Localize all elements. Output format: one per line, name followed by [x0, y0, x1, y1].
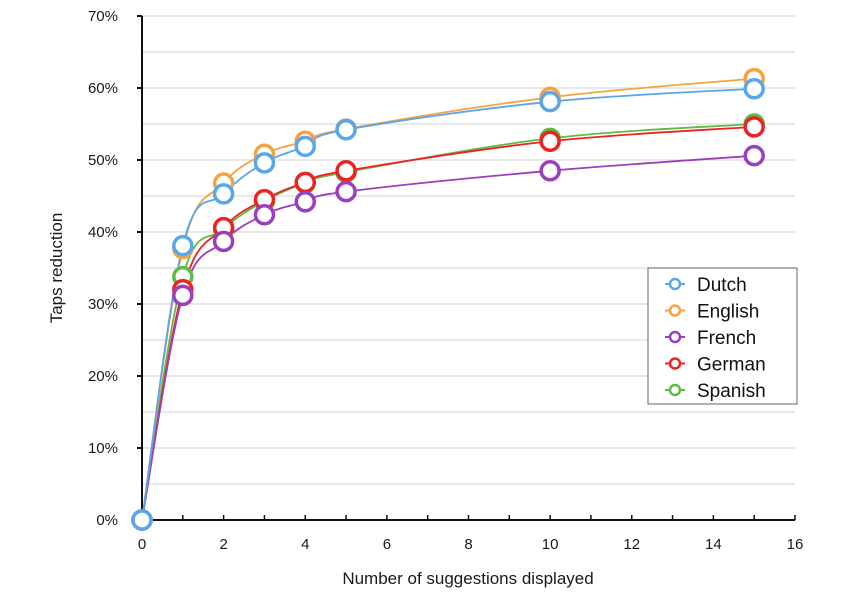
- line-chart: 0% 10% 20% 30% 40% 50% 60% 70% 0 2 4 6 8 10 12 14 16 Num…: [47, 8, 804, 588]
- data-point-german: [335, 160, 357, 182]
- x-axis-title: Number of suggestions displayed: [342, 569, 593, 588]
- x-tick-label: 0: [138, 536, 146, 553]
- y-tick-label: 30%: [88, 296, 118, 313]
- y-tick-label: 70%: [88, 8, 118, 25]
- x-tick-label: 8: [464, 536, 472, 553]
- data-point-german: [743, 116, 765, 138]
- y-axis-title: Taps reduction: [47, 213, 66, 324]
- x-tick-label: 4: [301, 536, 309, 553]
- y-tick-label: 60%: [88, 80, 118, 97]
- data-point-french: [335, 180, 357, 203]
- data-point-french: [294, 191, 316, 213]
- legend-label: English: [697, 302, 759, 323]
- x-tick-label: 2: [219, 536, 227, 553]
- legend-label: French: [697, 328, 756, 349]
- legend-marker-icon: [668, 357, 682, 370]
- data-point-german: [294, 171, 316, 194]
- legend-marker-icon: [668, 330, 682, 344]
- legend: Dutch English French German Spanish: [647, 267, 798, 405]
- legend-marker-icon: [668, 277, 682, 291]
- y-tick-label: 10%: [88, 440, 118, 457]
- data-point-french: [253, 203, 276, 226]
- data-point-dutch: [172, 234, 194, 257]
- data-point-dutch: [539, 90, 561, 113]
- legend-label: German: [697, 355, 766, 376]
- data-point-french: [539, 160, 561, 182]
- data-point-dutch: [743, 77, 765, 100]
- x-tick-label: 12: [623, 536, 640, 553]
- x-tick-label: 16: [787, 536, 804, 553]
- data-point-dutch: [335, 119, 357, 141]
- data-point-german: [539, 130, 561, 153]
- legend-marker-icon: [668, 304, 682, 317]
- y-tick-label: 40%: [88, 224, 118, 241]
- gridlines: [142, 15, 795, 485]
- y-tick-label: 20%: [88, 368, 118, 385]
- data-point-dutch: [131, 509, 153, 531]
- data-point-french: [743, 144, 765, 167]
- y-tick-label: 50%: [88, 152, 118, 169]
- x-tick-label: 10: [542, 536, 559, 553]
- legend-label: Spanish: [697, 381, 766, 402]
- legend-marker-icon: [668, 383, 682, 397]
- data-point-dutch: [212, 183, 235, 205]
- y-tick-label: 0%: [96, 512, 118, 529]
- data-point-french: [212, 230, 235, 253]
- legend-label: Dutch: [697, 275, 747, 296]
- data-point-dutch: [253, 152, 276, 174]
- x-tick-label: 6: [383, 536, 391, 553]
- x-tick-label: 14: [705, 536, 722, 553]
- data-point-dutch: [294, 135, 316, 158]
- data-point-french: [172, 284, 194, 307]
